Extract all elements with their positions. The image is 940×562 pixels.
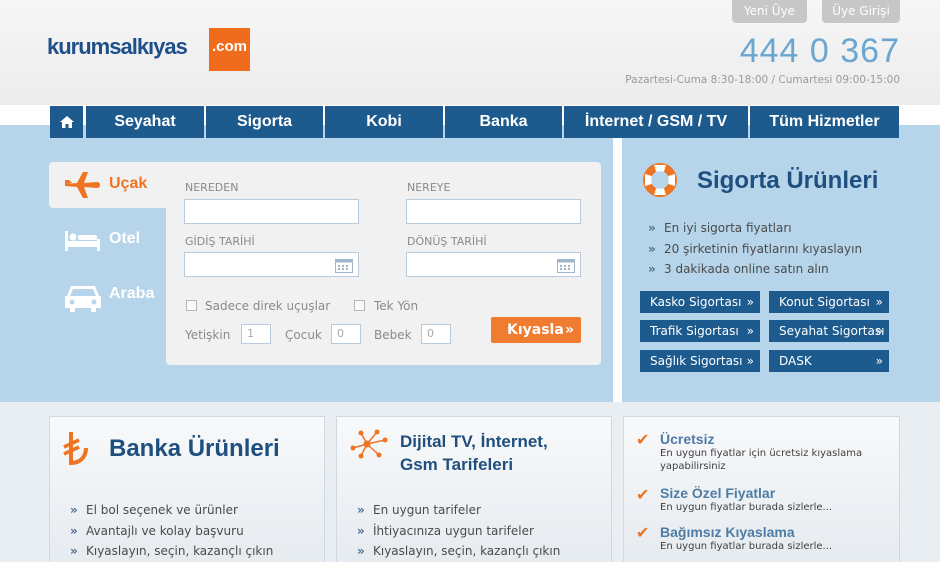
infant-label: Bebek (374, 328, 412, 342)
dask-insurance-button[interactable]: DASK » (769, 350, 889, 372)
chevron-right-icon: » (875, 354, 883, 368)
list-item: 20 şirketinin fiyatlarını kıyaslayın (648, 239, 862, 260)
hero-divider (613, 138, 622, 402)
button-label: Konut Sigortası (779, 295, 870, 309)
network-icon (350, 429, 388, 459)
nav-travel[interactable]: Seyahat (86, 106, 204, 138)
infant-count-input[interactable]: 0 (421, 324, 451, 344)
tv-bullets: En uygun tarifeler İhtiyacınıza uygun ta… (357, 500, 560, 562)
button-label: Trafik Sigortası (650, 324, 739, 338)
insurance-bullets: En iyi sigorta fiyatları 20 şirketinin f… (648, 218, 862, 280)
nav-internet[interactable]: İnternet / GSM / TV (564, 106, 748, 138)
check-icon: ✔ (636, 485, 650, 504)
feature-desc: En uygun fiyatlar burada sizlerle... (660, 541, 833, 552)
calendar-icon[interactable] (335, 257, 353, 273)
tab-flight-label: Uçak (109, 175, 148, 192)
direct-flights-label: Sadece direk uçuşlar (205, 299, 331, 313)
adult-count-input[interactable]: 1 (241, 324, 271, 344)
one-way-checkbox[interactable] (354, 300, 365, 311)
tab-hotel[interactable]: Otel (49, 217, 167, 263)
return-date-label: DÖNÜŞ TARİHİ (407, 235, 487, 248)
traffic-insurance-button[interactable]: Trafik Sigortası » (640, 320, 760, 342)
to-label: NEREYE (407, 181, 451, 194)
return-date-input[interactable] (406, 252, 581, 277)
bed-icon (65, 231, 100, 251)
depart-date-label: GİDİŞ TARİHİ (185, 235, 255, 248)
calendar-icon[interactable] (557, 257, 575, 273)
tab-flight[interactable]: Uçak (49, 162, 167, 208)
adult-label: Yetişkin (185, 328, 231, 342)
nav-sme[interactable]: Kobi (325, 106, 443, 138)
chevron-right-icon: » (875, 324, 883, 338)
nav-insurance[interactable]: Sigorta (206, 106, 323, 138)
nav-home[interactable] (50, 106, 83, 138)
nav-bank[interactable]: Banka (445, 106, 562, 138)
button-label: Seyahat Sigortası (779, 324, 885, 338)
list-item: İhtiyacınıza uygun tarifeler (357, 521, 560, 542)
depart-date-input[interactable] (184, 252, 359, 277)
tab-car-label: Araba (109, 285, 155, 302)
nav-all-services[interactable]: Tüm Hizmetler (750, 106, 899, 138)
chevron-right-icon: » (746, 295, 754, 309)
page: Yeni Üye Üye Girişi kurumsalkıyas .com 4… (0, 0, 940, 562)
health-insurance-button[interactable]: Sağlık Sigortası» (640, 350, 760, 372)
child-count-input[interactable]: 0 (331, 324, 361, 344)
car-icon (65, 286, 101, 312)
phone-number: 444 0 367 (739, 32, 900, 70)
bank-bullets: El bol seçenek ve ürünler Avantajlı ve k… (70, 500, 273, 562)
bank-products-title: Banka Ürünleri (109, 435, 280, 462)
home-icon (59, 116, 74, 128)
tab-car[interactable]: Araba (49, 272, 167, 318)
button-label: Kasko Sigortası (650, 295, 742, 309)
feature-desc: En uygun fiyatlar için ücretsiz kıyaslam… (660, 448, 863, 472)
list-item: Avantajlı ve kolay başvuru (70, 521, 273, 542)
chevron-right-icon: » (564, 322, 574, 338)
insurance-title: Sigorta Ürünleri (697, 167, 879, 194)
feature-desc: En uygun fiyatlar burada sizlerle... (660, 502, 833, 513)
plane-icon (65, 172, 100, 198)
feature-title: Bağımsız Kıyaslama (660, 524, 795, 540)
feature-title: Ücretsiz (660, 431, 715, 447)
direct-flights-checkbox[interactable] (186, 300, 197, 311)
button-label: DASK (779, 354, 812, 368)
to-input[interactable] (406, 199, 581, 224)
from-input[interactable] (184, 199, 359, 224)
one-way-label: Tek Yön (374, 299, 419, 313)
list-item: Kıyaslayın, seçin, kazançlı çıkın (70, 541, 273, 562)
list-item: En iyi sigorta fiyatları (648, 218, 862, 239)
check-icon: ✔ (636, 430, 650, 449)
travel-insurance-button[interactable]: Seyahat Sigortası» (769, 320, 889, 342)
chevron-right-icon: » (875, 295, 883, 309)
lira-icon (63, 432, 88, 466)
tab-hotel-label: Otel (109, 230, 141, 247)
compare-button[interactable]: Kıyasla » (491, 317, 581, 343)
logo-badge: .com (209, 28, 250, 71)
chevron-right-icon: » (746, 324, 754, 338)
car-insurance-button[interactable]: Kasko Sigortası » (640, 291, 760, 313)
list-item: En uygun tarifeler (357, 500, 560, 521)
from-label: NEREDEN (185, 181, 239, 194)
logo-text: kurumsalkıyas (47, 34, 188, 59)
list-item: Kıyaslayın, seçin, kazançlı çıkın (357, 541, 560, 562)
login-link[interactable]: Üye Girişi (822, 0, 900, 23)
register-link[interactable]: Yeni Üye (732, 0, 807, 23)
chevron-right-icon: » (746, 354, 754, 368)
lifebuoy-icon (643, 163, 677, 197)
working-hours: Pazartesi-Cuma 8:30-18:00 / Cumartesi 09… (625, 74, 900, 86)
home-insurance-button[interactable]: Konut Sigortası » (769, 291, 889, 313)
feature-title: Size Özel Fiyatlar (660, 485, 776, 501)
tv-internet-title-line2: Gsm Tarifeleri (400, 455, 514, 474)
list-item: 3 dakikada online satın alın (648, 259, 862, 280)
child-label: Çocuk (285, 328, 322, 342)
compare-button-label: Kıyasla (507, 322, 564, 338)
check-icon: ✔ (636, 523, 650, 542)
button-label: Sağlık Sigortası (650, 354, 743, 368)
tv-internet-title-line1: Dijital TV, İnternet, (400, 432, 548, 451)
list-item: El bol seçenek ve ürünler (70, 500, 273, 521)
